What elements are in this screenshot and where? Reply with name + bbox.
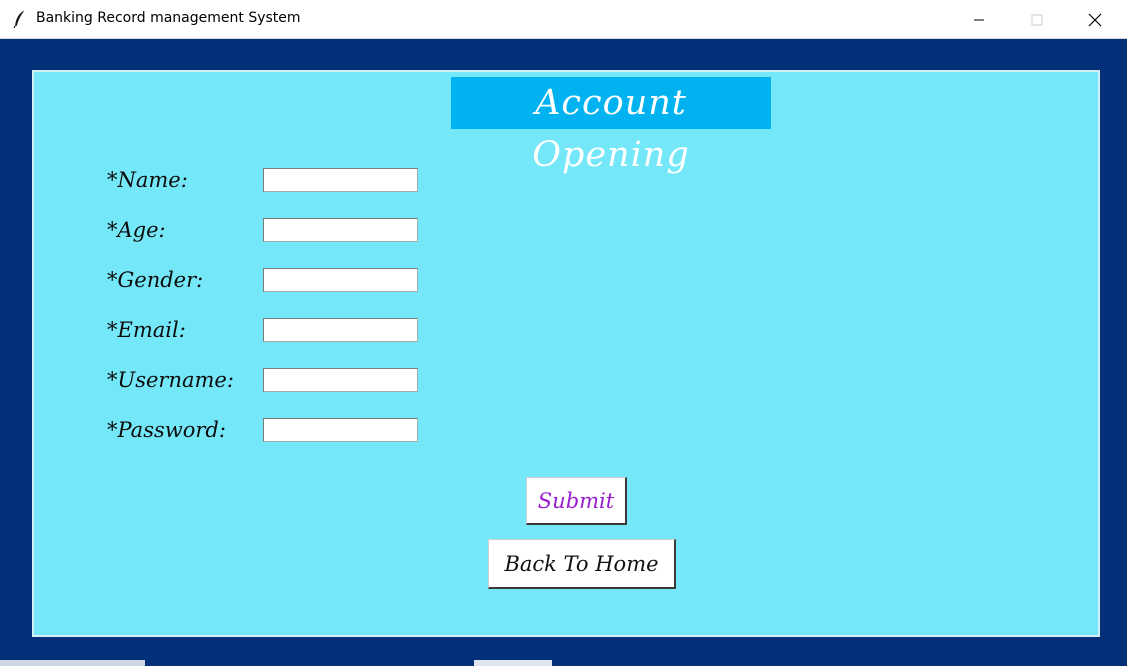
maximize-button[interactable] xyxy=(1008,0,1066,39)
password-label: *Password: xyxy=(107,418,226,442)
gender-input[interactable] xyxy=(263,268,418,292)
email-input[interactable] xyxy=(263,318,418,342)
name-label: *Name: xyxy=(107,168,188,192)
close-button[interactable] xyxy=(1066,0,1124,39)
background-window-edge xyxy=(0,660,145,666)
username-input[interactable] xyxy=(263,368,418,392)
minimize-button[interactable] xyxy=(950,0,1008,39)
username-label: *Username: xyxy=(107,368,234,392)
email-label: *Email: xyxy=(107,318,186,342)
age-input[interactable] xyxy=(263,218,418,242)
age-label: *Age: xyxy=(107,218,166,242)
page-title: Account Opening xyxy=(451,77,771,175)
back-to-home-button[interactable]: Back To Home xyxy=(488,539,676,589)
minimize-icon xyxy=(974,19,984,20)
maximize-icon xyxy=(1031,14,1043,25)
window-title: Banking Record management System xyxy=(36,10,301,26)
password-input[interactable] xyxy=(263,418,418,442)
feather-icon xyxy=(12,9,28,29)
name-input[interactable] xyxy=(263,168,418,192)
gender-label: *Gender: xyxy=(107,268,204,292)
submit-button[interactable]: Submit xyxy=(526,477,627,525)
background-window-edge xyxy=(474,660,552,666)
window-titlebar: Banking Record management System xyxy=(0,0,1127,39)
close-icon xyxy=(1088,13,1102,26)
